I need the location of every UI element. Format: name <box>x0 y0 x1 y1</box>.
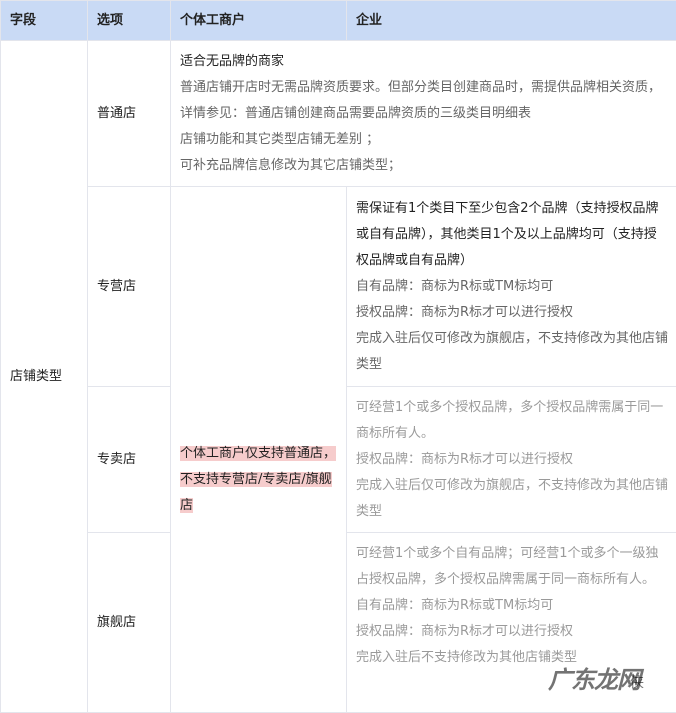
desc-line: 授权品牌：商标为R标才可以进行授权 <box>356 447 668 473</box>
store-type-table: 字段 选项 个体工商户 企业 店铺类型 普通店 适合无品牌的商家 普通店铺开店时… <box>0 0 676 713</box>
watermark-suffix: 侠 <box>630 672 644 692</box>
watermark-logo: 广东龙网 <box>548 660 640 695</box>
field-label: 店铺类型 <box>1 41 88 713</box>
table-row: 店铺类型 普通店 适合无品牌的商家 普通店铺开店时无需品牌资质要求。但部分类目创… <box>1 41 676 187</box>
desc-line: 可经营1个或多个自有品牌；可经营1个或多个一级独占授权品牌，多个授权品牌需属于同… <box>356 541 668 593</box>
desc-line: 可经营1个或多个授权品牌，多个授权品牌需属于同一商标所有人。 <box>356 395 668 447</box>
desc-line: 授权品牌：商标为R标才可以进行授权 <box>356 619 668 645</box>
desc-line: 可补充品牌信息修改为其它店铺类型； <box>180 153 668 179</box>
header-field: 字段 <box>1 1 88 41</box>
desc-line: 普通店铺开店时无需品牌资质要求。但部分类目创建商品时，需提供品牌相关资质，详情参… <box>180 75 668 127</box>
desc-line: 自有品牌：商标为R标或TM标均可 <box>356 274 668 300</box>
option-cell: 普通店 <box>88 41 171 187</box>
header-option: 选项 <box>88 1 171 41</box>
option-cell: 专营店 <box>88 187 171 387</box>
header-individual: 个体工商户 <box>171 1 347 41</box>
option-cell: 专卖店 <box>88 387 171 533</box>
desc-line: 完成入驻后仅可修改为旗舰店，不支持修改为其他店铺类型 <box>356 326 668 378</box>
header-enterprise: 企业 <box>347 1 676 41</box>
individual-note: 个体工商户仅支持普通店，不支持专营店/专卖店/旗舰店 <box>180 446 336 513</box>
desc-line: 完成入驻后仅可修改为旗舰店，不支持修改为其他店铺类型 <box>356 473 668 525</box>
table-header-row: 字段 选项 个体工商户 企业 <box>1 1 676 41</box>
desc-line: 适合无品牌的商家 <box>180 49 668 75</box>
table-row: 专营店 个体工商户仅支持普通店，不支持专营店/专卖店/旗舰店 需保证有1个类目下… <box>1 187 676 387</box>
desc-line: 需保证有1个类目下至少包含2个品牌（支持授权品牌或自有品牌），其他类目1个及以上… <box>356 196 668 274</box>
desc-line: 店铺功能和其它类型店铺无差别 ； <box>180 127 668 153</box>
desc-line: 授权品牌：商标为R标才可以进行授权 <box>356 300 668 326</box>
option-cell: 旗舰店 <box>88 533 171 713</box>
desc-line: 自有品牌：商标为R标或TM标均可 <box>356 593 668 619</box>
